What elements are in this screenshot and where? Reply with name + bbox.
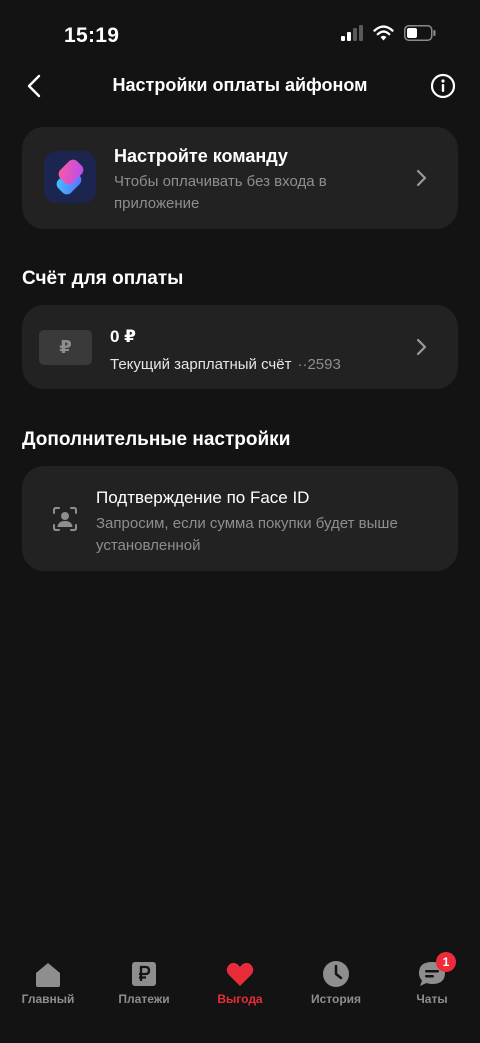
status-time: 15:19 <box>64 24 120 47</box>
tab-payments[interactable]: Платежи <box>96 950 192 1043</box>
extra-settings-section-title: Дополнительные настройки <box>22 429 291 450</box>
shortcut-setup-card[interactable]: Настройте команду Чтобы оплачивать без в… <box>22 127 458 229</box>
heart-icon <box>226 962 254 986</box>
ruble-badge-symbol: ₽ <box>59 337 72 357</box>
tab-label: История <box>310 992 362 1006</box>
payment-account-card[interactable]: ₽ 0 ₽ Текущий зарплатный счёт ··2593 <box>22 305 458 389</box>
tab-label: Главный <box>21 992 75 1006</box>
tab-label: Чаты <box>416 992 448 1006</box>
ruble-icon <box>132 962 156 986</box>
account-number: ··2593 <box>297 356 341 373</box>
tab-benefits[interactable]: Выгода <box>192 950 288 1043</box>
cellular-signal-icon <box>341 25 363 41</box>
home-icon <box>36 963 60 987</box>
faceid-confirmation-card[interactable]: Подтверждение по Face ID Запросим, если … <box>22 466 458 571</box>
chat-icon-wrapper: 1 <box>417 952 456 989</box>
account-section-title: Счёт для оплаты <box>22 268 184 289</box>
shortcut-description: Чтобы оплачивать без входа в приложение <box>114 173 327 212</box>
shortcut-title: Настройте команду <box>114 146 288 166</box>
battery-icon <box>404 25 436 41</box>
wifi-icon <box>373 25 394 41</box>
notification-badge: 1 <box>436 952 456 972</box>
account-name: Текущий зарплатный счёт <box>110 356 292 373</box>
clock-icon <box>323 961 349 987</box>
ruble-card-icon: ₽ <box>39 330 92 365</box>
tab-home[interactable]: Главный <box>0 950 96 1043</box>
tab-bar: Главный Платежи Выгода История 1 Чаты <box>0 950 480 1043</box>
tab-label: Выгода <box>217 992 263 1006</box>
tab-label: Платежи <box>118 992 170 1006</box>
tab-history[interactable]: История <box>288 950 384 1043</box>
shortcuts-app-icon <box>44 151 96 203</box>
status-bar: 15:19 <box>0 0 480 70</box>
faceid-icon <box>53 507 77 531</box>
account-name-row: Текущий зарплатный счёт ··2593 <box>110 356 341 373</box>
chevron-right-icon <box>416 338 427 356</box>
page-title: Настройки оплаты айфоном <box>112 75 368 95</box>
faceid-title: Подтверждение по Face ID <box>96 488 310 507</box>
info-icon[interactable] <box>430 73 456 99</box>
tab-chats[interactable]: 1 Чаты <box>384 950 480 1043</box>
faceid-description: Запросим, если сумма покупки будет выше … <box>96 515 398 554</box>
chevron-right-icon <box>416 169 427 187</box>
status-icons <box>341 25 436 41</box>
account-balance: 0 ₽ <box>110 327 137 346</box>
nav-header: Настройки оплаты айфоном <box>0 64 480 108</box>
